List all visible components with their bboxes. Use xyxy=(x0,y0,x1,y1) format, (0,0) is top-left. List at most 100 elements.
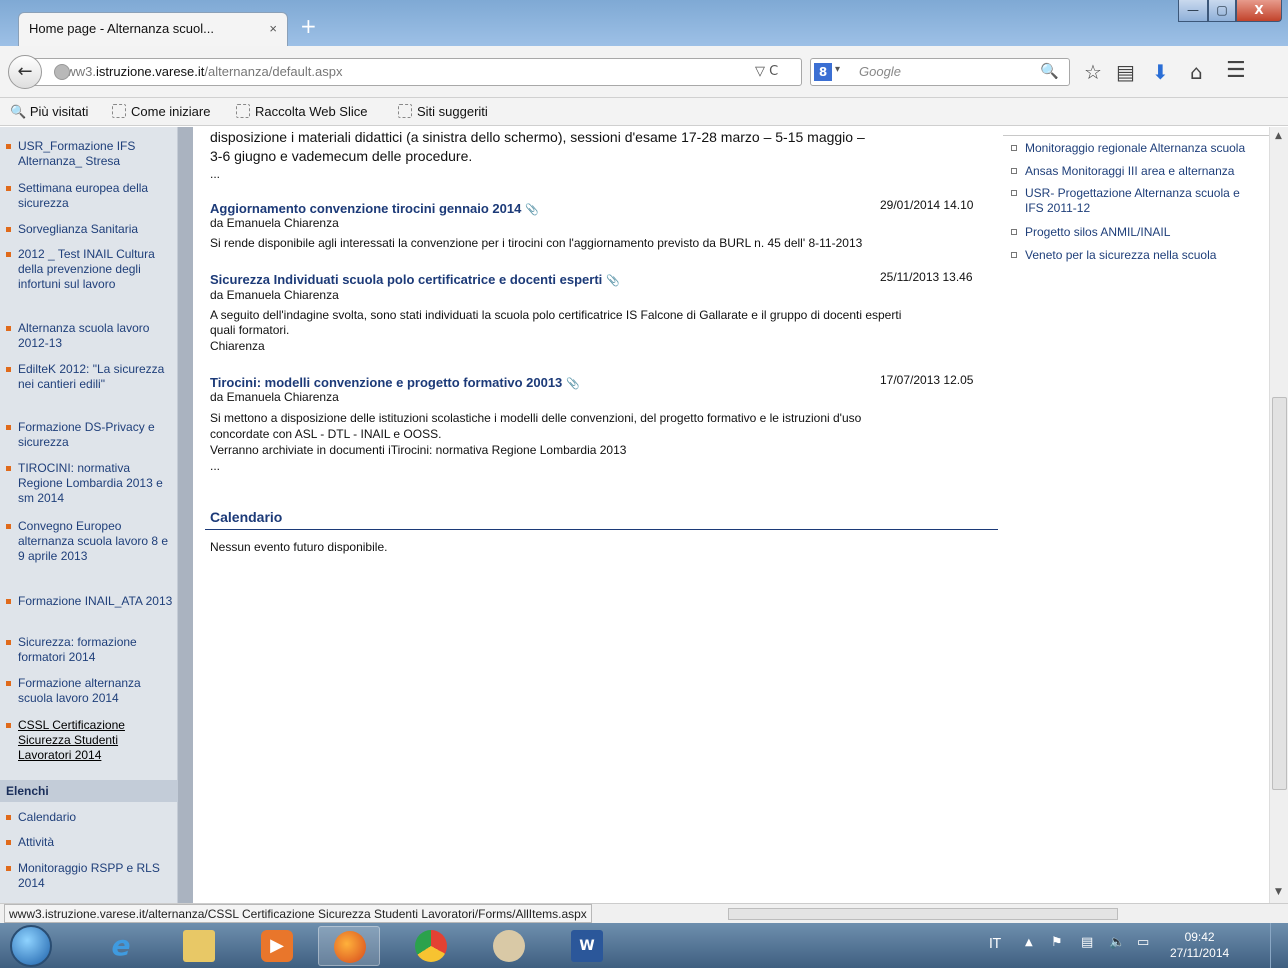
right-link[interactable]: Progetto silos ANMIL/INAIL xyxy=(1009,225,1269,239)
bookmark-most-visited[interactable]: 🔍 Più visitati xyxy=(10,104,88,120)
start-button[interactable] xyxy=(10,925,52,967)
nav-item-label: CSSL Certificazione Sicurezza Studenti L… xyxy=(18,718,125,762)
taskbar-file-explorer[interactable] xyxy=(168,926,230,966)
right-link[interactable]: USR- Progettazione Alternanza scuola e xyxy=(1009,186,1269,200)
windows-taskbar: e ▶ W IT ▲ ⚑ ▤ 🔈 ▭ 09:42 27/11/2014 xyxy=(0,923,1288,968)
nav-item[interactable]: EdilteK 2012: "La sicurezza nei cantieri… xyxy=(6,362,174,392)
nav-item[interactable]: Formazione DS-Privacy e sicurezza xyxy=(6,420,174,450)
nav-item-label: USR_Formazione IFS Alternanza_ Stresa xyxy=(18,139,136,168)
show-desktop-button[interactable] xyxy=(1270,923,1288,968)
site-identity-icon[interactable] xyxy=(54,64,70,80)
nav-item[interactable]: 2012 _ Test INAIL Cultura della prevenzi… xyxy=(6,247,174,292)
right-link-label: Progetto silos ANMIL/INAIL xyxy=(1025,225,1171,239)
nav-item[interactable]: Formazione INAIL_ATA 2013 xyxy=(6,594,174,609)
right-link[interactable]: Veneto per la sicurezza nella scuola xyxy=(1009,248,1269,262)
home-icon[interactable]: ⌂ xyxy=(1190,60,1203,84)
vertical-scrollbar[interactable]: ▲ ▼ xyxy=(1269,127,1288,903)
reload-button[interactable]: ▽ C xyxy=(755,64,778,79)
power-icon[interactable]: ▭ xyxy=(1137,935,1149,950)
search-engine-dropdown-icon[interactable]: ▾ xyxy=(835,64,840,75)
close-window-button[interactable]: X xyxy=(1236,0,1282,22)
menu-icon[interactable]: ☰ xyxy=(1226,58,1246,83)
taskbar-internet-explorer[interactable]: e xyxy=(90,926,152,966)
scroll-up-icon[interactable]: ▲ xyxy=(1275,131,1282,141)
address-bar[interactable]: www3.istruzione.varese.it/alternanza/def… xyxy=(30,58,802,86)
status-bar: www3.istruzione.varese.it/alternanza/CSS… xyxy=(0,903,1288,923)
page-content: USR_Formazione IFS Alternanza_ Stresa Se… xyxy=(0,127,1288,903)
volume-icon[interactable]: 🔈 xyxy=(1109,935,1125,950)
firefox-icon xyxy=(334,931,366,963)
news-body: Si rende disponibile agli interessati la… xyxy=(210,236,863,250)
search-engine-icon[interactable]: 8 xyxy=(814,63,832,81)
news-date: 25/11/2013 13.46 xyxy=(880,270,973,284)
downloads-icon[interactable]: ⬇ xyxy=(1152,60,1169,84)
right-link-label: Monitoraggio regionale Alternanza scuola xyxy=(1025,141,1246,155)
news-body: ... xyxy=(210,459,221,473)
nav-item[interactable]: Monitoraggio RSPP e RLS 2014 xyxy=(6,861,174,891)
taskbar-firefox[interactable] xyxy=(318,926,380,966)
right-link-continued[interactable]: IFS 2011-12 xyxy=(1009,201,1269,215)
attachment-icon: 📎 xyxy=(606,275,620,287)
input-language[interactable]: IT xyxy=(989,937,1001,952)
horizontal-scrollbar-thumb[interactable] xyxy=(728,908,1118,920)
nav-item[interactable]: Settimana europea della sicurezza xyxy=(6,181,174,211)
back-button[interactable]: ← xyxy=(8,55,42,89)
taskbar-word[interactable]: W xyxy=(556,926,618,966)
nav-item[interactable]: Formazione alternanza scuola lavoro 2014 xyxy=(6,676,174,706)
scroll-down-icon[interactable]: ▼ xyxy=(1275,887,1282,897)
system-clock[interactable]: 09:42 27/11/2014 xyxy=(1170,929,1229,961)
right-link-label: Veneto per la sicurezza nella scuola xyxy=(1025,248,1217,262)
browser-tab[interactable]: Home page - Alternanza scuol... × xyxy=(18,12,288,46)
minimize-button[interactable]: — xyxy=(1178,0,1208,22)
news-title-link[interactable]: Sicurezza Individuati scuola polo certif… xyxy=(210,272,620,287)
bookmark-come-iniziare[interactable]: Come iniziare xyxy=(112,104,210,119)
bookmark-raccolta-web-slice[interactable]: Raccolta Web Slice xyxy=(236,104,367,119)
nav-item[interactable]: Alternanza scuola lavoro 2012-13 xyxy=(6,321,174,351)
right-link[interactable]: Monitoraggio regionale Alternanza scuola xyxy=(1009,141,1269,155)
nav-item[interactable]: Sorveglianza Sanitaria xyxy=(6,222,174,237)
maximize-button[interactable]: ▢ xyxy=(1208,0,1236,22)
right-link[interactable]: Ansas Monitoraggi III area e alternanza xyxy=(1009,164,1269,178)
bookmarks-menu-icon[interactable]: ▤ xyxy=(1116,60,1135,84)
action-center-flag-icon[interactable]: ⚑ xyxy=(1051,935,1063,950)
main-content: disposizione i materiali didattici (a si… xyxy=(193,127,1003,903)
news-title-link[interactable]: Tirocini: modelli convenzione e progetto… xyxy=(210,375,580,390)
clock-date: 27/11/2014 xyxy=(1170,946,1230,960)
nav-item[interactable]: TIROCINI: normativa Regione Lombardia 20… xyxy=(6,461,174,506)
intro-text: disposizione i materiali didattici (a si… xyxy=(210,129,865,145)
search-go-icon[interactable]: 🔍 xyxy=(1040,62,1059,80)
right-link-label: Ansas Monitoraggi III area e alternanza xyxy=(1025,164,1235,178)
nav-item[interactable]: Attività xyxy=(6,835,174,850)
new-tab-button[interactable]: + xyxy=(300,14,317,38)
taskbar-paint[interactable] xyxy=(478,926,540,966)
nav-item-current[interactable]: CSSL Certificazione Sicurezza Studenti L… xyxy=(6,718,174,763)
bookmark-star-icon[interactable]: ☆ xyxy=(1084,60,1102,84)
nav-item[interactable]: Calendario xyxy=(6,810,174,825)
taskbar-media-player[interactable]: ▶ xyxy=(246,926,308,966)
network-icon[interactable]: ▤ xyxy=(1081,935,1093,950)
show-hidden-icons-icon[interactable]: ▲ xyxy=(1025,937,1033,948)
bullet-icon xyxy=(6,466,11,471)
bookmark-siti-suggeriti[interactable]: Siti suggeriti xyxy=(398,104,488,119)
bullet-icon xyxy=(1011,168,1017,174)
bullet-icon xyxy=(6,723,11,728)
news-body: Verranno archiviate in documenti iTiroci… xyxy=(210,443,627,457)
nav-item-label: Formazione INAIL_ATA 2013 xyxy=(18,594,173,608)
scrollbar-thumb[interactable] xyxy=(1272,397,1287,790)
internet-explorer-icon: e xyxy=(111,929,131,962)
nav-item[interactable]: Convegno Europeo alternanza scuola lavor… xyxy=(6,519,174,564)
nav-item[interactable]: USR_Formazione IFS Alternanza_ Stresa xyxy=(6,139,174,169)
calendar-heading[interactable]: Calendario xyxy=(210,509,282,525)
taskbar-chrome[interactable] xyxy=(400,926,462,966)
chrome-icon xyxy=(415,930,447,962)
folder-icon xyxy=(183,930,215,962)
tab-close-icon[interactable]: × xyxy=(269,21,277,36)
intro-text: 3-6 giugno e vademecum delle procedure. xyxy=(210,148,473,164)
right-link-label: IFS 2011-12 xyxy=(1025,201,1091,215)
news-body: Si mettono a disposizione delle istituzi… xyxy=(210,411,862,425)
news-title-link[interactable]: Aggiornamento convenzione tirocini genna… xyxy=(210,201,539,216)
nav-item[interactable]: Sicurezza: formazione formatori 2014 xyxy=(6,635,174,665)
link-status-url: www3.istruzione.varese.it/alternanza/CSS… xyxy=(4,904,592,923)
search-input[interactable]: Google xyxy=(810,58,1070,86)
bookmark-label: Più visitati xyxy=(29,104,89,119)
